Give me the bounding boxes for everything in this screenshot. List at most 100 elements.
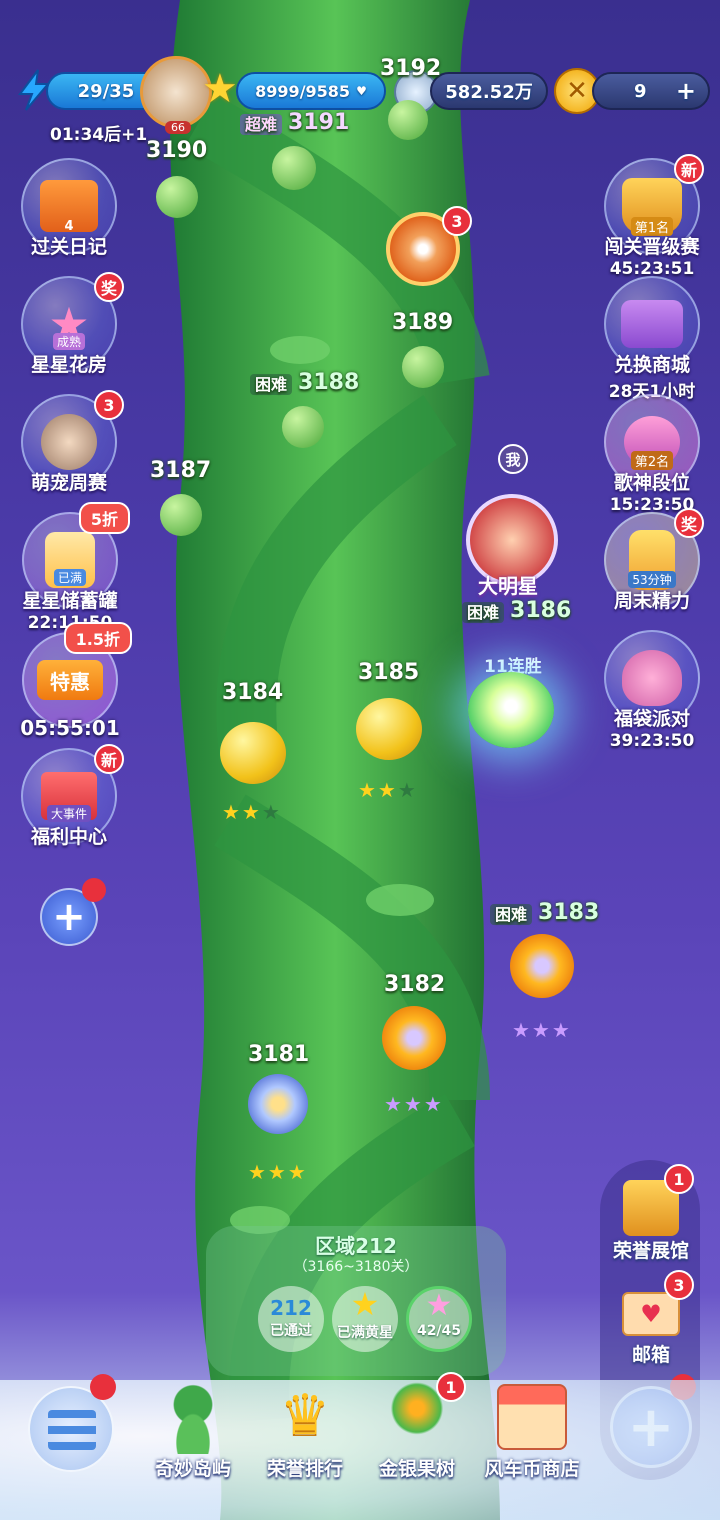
level-3189[interactable]: 3189 [392, 310, 453, 335]
left-menu-special-offer[interactable]: 特惠 1.5折 05:55:01 [12, 622, 132, 740]
flower-3183[interactable] [510, 934, 574, 998]
level-3183[interactable]: 困难 3183 [490, 900, 599, 925]
honor-hall-button[interactable]: 1 荣誉展馆 [596, 1164, 706, 1263]
greenhouse-badge: 奖 [94, 272, 124, 302]
left-menu-greenhouse[interactable]: ★ 成熟 奖 星星花房 [14, 272, 124, 377]
coin-value: 582.52万 [445, 82, 533, 103]
honor-hall-label: 荣誉展馆 [612, 1240, 689, 1262]
left-menu-diary[interactable]: 4 过关日记 [14, 158, 124, 259]
fruit-3192[interactable] [388, 100, 428, 140]
promotion-badge: 新 [674, 154, 704, 184]
fruit-tree-badge: 1 [436, 1372, 466, 1402]
mailbox-badge: 3 [664, 1270, 694, 1300]
fruit-3184[interactable] [220, 722, 286, 784]
level-3190[interactable]: 3190 [146, 138, 207, 163]
zone-panel: 区域212 （3166~3180关） 212 已通过 ★ 已满黄星 ★ 42/4… [206, 1226, 506, 1376]
energy-timer: 01:34后+1 [50, 125, 148, 145]
right-menu-singer-rank[interactable]: 第2名 歌神段位 15:23:50 [592, 394, 712, 515]
zone-range: （3166~3180关） [293, 1259, 419, 1275]
stars-3184: ★★★ [222, 800, 282, 824]
mailbox-button[interactable]: ♥ 3 邮箱 [596, 1270, 706, 1367]
zone-gold-star-badge: ★ 已满黄星 [332, 1286, 398, 1352]
nav-windmill-shop[interactable]: 风车币商店 [474, 1378, 590, 1481]
weekend-energy-badge: 奖 [674, 508, 704, 538]
avatar-level-badge: 66 [165, 121, 191, 134]
star-value: 8999/9585 [255, 81, 351, 101]
gold-value: 9 [634, 80, 647, 102]
honor-hall-badge: 1 [664, 1164, 694, 1194]
nav-shop-label: 风车币商店 [484, 1458, 580, 1480]
level-3187[interactable]: 3187 [150, 458, 211, 483]
special-offer-discount: 1.5折 [63, 622, 132, 654]
level-3192[interactable]: 3192 [380, 56, 441, 81]
fruit-3185[interactable] [356, 698, 422, 760]
fruit-3186-current[interactable] [468, 672, 554, 748]
level-3182[interactable]: 3182 [384, 972, 445, 997]
nav-island[interactable]: 奇妙岛屿 [138, 1378, 248, 1481]
welfare-label: 福利中心 [30, 826, 107, 848]
greenhouse-status: 成熟 [52, 333, 85, 350]
shop-icon [497, 1384, 567, 1450]
level-3188[interactable]: 困难 3188 [250, 370, 359, 395]
right-menu-promotion[interactable]: 第1名 新 闯关晋级赛 45:23:51 [592, 154, 712, 279]
left-menu-piggybank[interactable]: 已满 5折 星星储蓄罐 22:11:50 [10, 502, 130, 633]
level-3191[interactable]: 超难 3191 [240, 110, 349, 135]
left-menu-welfare[interactable]: 大事件 新 福利中心 [14, 744, 124, 849]
nav-fruit-tree-label: 金银果树 [378, 1458, 455, 1480]
nav-ranking[interactable]: ♛ 荣誉排行 [250, 1378, 360, 1481]
atom-3181[interactable] [248, 1074, 308, 1134]
fruit-3187[interactable] [160, 494, 202, 536]
right-menu-weekend-energy[interactable]: 53分钟 奖 周末精力 [592, 508, 712, 613]
fruit-3188[interactable] [282, 406, 324, 448]
palm-island-icon [155, 1378, 231, 1454]
weekend-energy-label: 周末精力 [613, 590, 690, 612]
gold-star-icon: ★ [350, 1285, 380, 1323]
diary-label: 过关日记 [30, 236, 107, 258]
lucky-bag-label: 福袋派对 [613, 708, 690, 730]
left-menu-pet-weekly[interactable]: 3 萌宠周赛 [14, 390, 124, 495]
add-gold-button[interactable]: + [676, 77, 696, 105]
treasure-wheel-badge: 3 [442, 206, 472, 236]
welfare-badge: 新 [94, 744, 124, 774]
expand-menu-dot [82, 878, 106, 902]
level-3185[interactable]: 3185 [358, 660, 419, 685]
lucky-bag-timer: 39:23:50 [609, 731, 695, 751]
fruit-3189[interactable] [402, 346, 444, 388]
piggybank-discount: 5折 [78, 502, 130, 534]
special-offer-text: 特惠 [37, 660, 103, 700]
zone-progress-badge[interactable]: ★ 42/45 [406, 1286, 472, 1352]
main-menu-dot [90, 1374, 116, 1400]
level-3181[interactable]: 3181 [248, 1042, 309, 1067]
right-menu-exchange[interactable]: 兑换商城 28天1小时 [592, 276, 712, 402]
hard-tag-3188: 困难 [250, 374, 293, 395]
level-3186[interactable]: 困难 3186 [462, 598, 571, 623]
fruit-3190[interactable] [156, 176, 198, 218]
nav-fruit-tree[interactable]: 1 金银果树 [362, 1372, 472, 1481]
menu-lines-icon [48, 1410, 96, 1450]
hard-tag-3183: 困难 [490, 904, 533, 925]
level-3184[interactable]: 3184 [222, 680, 283, 705]
mailbox-label: 邮箱 [631, 1344, 670, 1366]
flower-3182[interactable] [382, 1006, 446, 1070]
stars-3183: ★★★ [512, 1018, 572, 1042]
zone-passed-label: 已通过 [270, 1323, 312, 1339]
gold-counter[interactable]: 9 + [592, 72, 710, 110]
star-counter[interactable]: 8999/9585 ♥ [236, 72, 386, 110]
pet-badge: 3 [94, 390, 124, 420]
stars-3185: ★★★ [358, 778, 418, 802]
level-3188-num: 3188 [298, 370, 360, 395]
exchange-label: 兑换商城 [613, 354, 690, 376]
me-marker: 我 [498, 444, 528, 474]
fruit-3191[interactable] [272, 146, 316, 190]
energy-value: 29/35 [77, 80, 135, 102]
welfare-event: 大事件 [46, 805, 91, 822]
coin-counter[interactable]: 582.52万 [430, 72, 548, 110]
nav-island-label: 奇妙岛屿 [154, 1458, 231, 1480]
zone-title: 区域212 [315, 1234, 397, 1258]
piggybank-label: 星星储蓄罐 [22, 590, 118, 612]
player-name: 大明星 [478, 574, 538, 598]
super-hard-tag: 超难 [240, 114, 283, 135]
singer-rank-label: 歌神段位 [613, 472, 690, 494]
right-menu-lucky-bag[interactable]: 福袋派对 39:23:50 [592, 630, 712, 751]
mail-icon: ♥ [622, 1292, 680, 1336]
